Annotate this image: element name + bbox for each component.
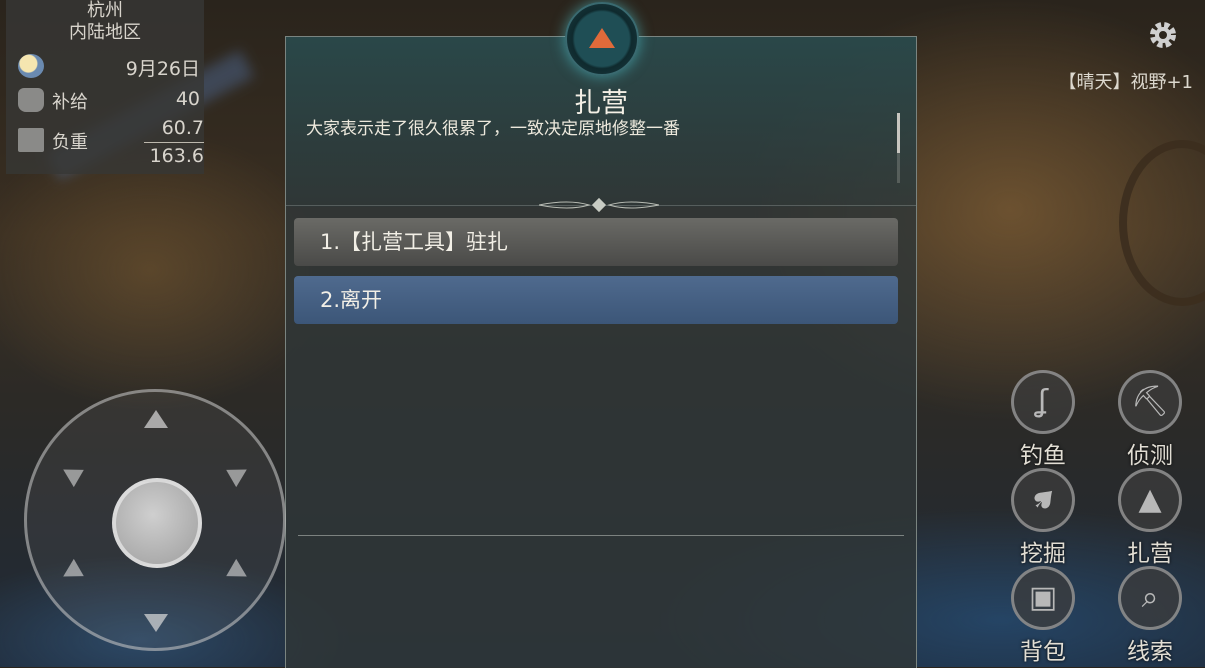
supply-label: 补给 [52,92,88,113]
dialog-description: 大家表示走了很久很累了，一致决定原地修整一番 [306,119,680,139]
fishing-button[interactable]: ʆ 钓鱼 [1008,370,1078,470]
shovel-icon: ♠ [1011,468,1075,532]
scrollbar-track[interactable] [897,153,900,183]
arrow-up-icon [144,410,168,428]
fishing-hook-icon: ʆ [1011,370,1075,434]
detect-label: 侦测 [1127,443,1173,469]
clues-button[interactable]: ⌕ 线索 [1115,566,1185,666]
moon-icon [18,54,44,78]
backpack-button[interactable]: ▣ 背包 [1008,566,1078,666]
supply-sack-icon [18,88,44,112]
backpack-icon: ▣ [1011,566,1075,630]
supply-value: 40 [175,88,200,110]
magnifier-icon: ⌕ [1118,566,1182,630]
tent-icon [589,28,615,48]
joystick-knob[interactable] [112,478,202,568]
date-value: 9月26日 [125,58,200,80]
load-cart-icon [18,128,44,152]
status-panel: 杭州 内陆地区 9月26日 补给 40 负重 60.7 163.6 [6,0,204,174]
load-current: 60.7 [161,117,204,139]
ornament-divider-icon [539,197,659,213]
backpack-label: 背包 [1020,639,1066,665]
date-row: 9月26日 [18,52,200,80]
option-leave[interactable]: 2.离开 [294,276,898,324]
dig-label: 挖掘 [1020,541,1066,567]
camp-badge [565,2,639,76]
weather-status: 【晴天】视野+1 [1058,72,1193,93]
clues-label: 线索 [1127,639,1173,665]
bottom-divider [298,535,904,536]
detect-button[interactable]: ⛏ 侦测 [1115,370,1185,470]
camp-button[interactable]: ▲ 扎营 [1115,468,1185,568]
scrollbar-thumb[interactable] [897,113,900,153]
tent-icon: ▲ [1118,468,1182,532]
event-dialog: 扎营 大家表示走了很久很累了，一致决定原地修整一番 1.【扎营工具】驻扎 2.离… [285,36,917,668]
compass-decoration [1119,140,1205,306]
load-label: 负重 [52,132,88,153]
region-name: 内陆地区 [69,22,141,43]
dig-button[interactable]: ♠ 挖掘 [1008,468,1078,568]
load-max: 163.6 [149,145,204,167]
gear-icon[interactable] [1146,18,1180,52]
option-camp-tools[interactable]: 1.【扎营工具】驻扎 [294,218,898,266]
supply-row: 补给 40 [18,86,200,114]
load-fraction: 60.7 163.6 [144,116,204,169]
arrow-down-icon [144,614,168,632]
camp-label: 扎营 [1127,541,1173,567]
city-name: 杭州 [87,0,123,21]
pickaxe-icon: ⛏ [1118,370,1182,434]
fishing-label: 钓鱼 [1020,443,1066,469]
fraction-bar [144,142,204,143]
